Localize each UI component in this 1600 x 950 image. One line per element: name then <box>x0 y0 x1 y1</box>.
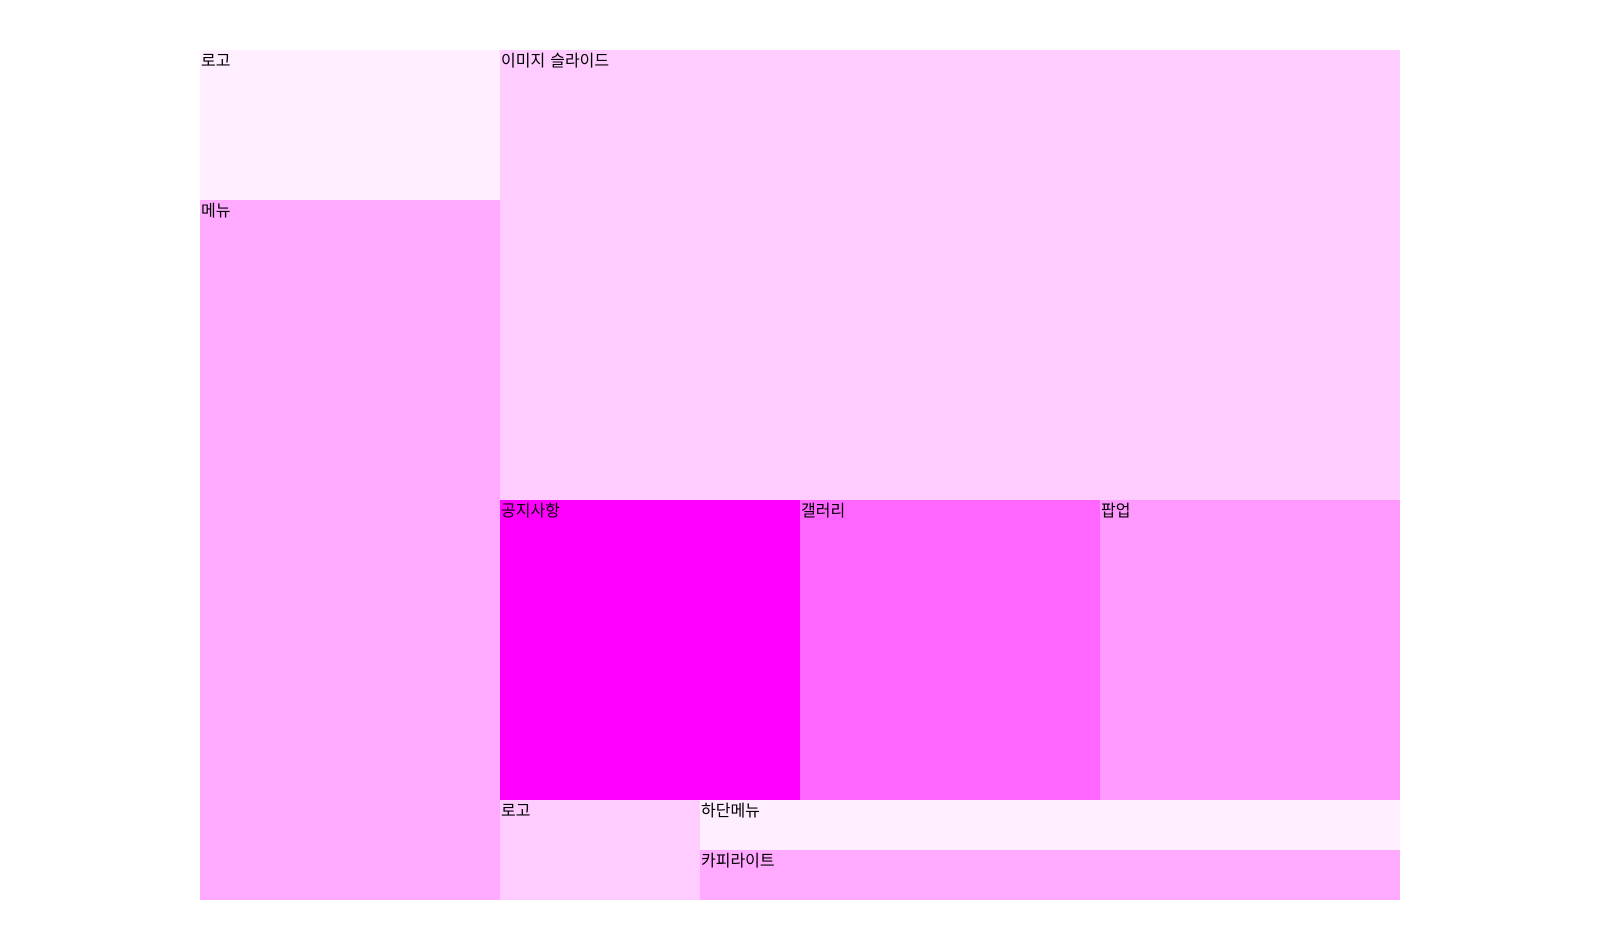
footer-menu[interactable]: 하단메뉴 <box>700 800 1400 850</box>
notice-section[interactable]: 공지사항 <box>500 500 800 800</box>
header-logo[interactable]: 로고 <box>200 50 500 200</box>
gallery-section[interactable]: 갤러리 <box>800 500 1100 800</box>
footer-menu-label: 하단메뉴 <box>701 801 760 820</box>
header-logo-label: 로고 <box>201 51 231 70</box>
popup-section-label: 팝업 <box>1101 501 1131 520</box>
popup-section[interactable]: 팝업 <box>1100 500 1400 800</box>
footer-logo[interactable]: 로고 <box>500 800 700 900</box>
copyright-section: 카피라이트 <box>700 850 1400 900</box>
nav-menu-label: 메뉴 <box>201 201 231 220</box>
notice-section-label: 공지사항 <box>501 501 560 520</box>
image-slider[interactable]: 이미지 슬라이드 <box>500 50 1400 500</box>
nav-menu[interactable]: 메뉴 <box>200 200 500 900</box>
copyright-label: 카피라이트 <box>701 851 775 870</box>
image-slider-label: 이미지 슬라이드 <box>501 51 610 70</box>
layout-wrapper: 로고 메뉴 이미지 슬라이드 공지사항 갤러리 팝업 로고 하단메뉴 카피라이트 <box>200 50 1400 900</box>
footer-logo-label: 로고 <box>501 801 531 820</box>
gallery-section-label: 갤러리 <box>801 501 846 520</box>
